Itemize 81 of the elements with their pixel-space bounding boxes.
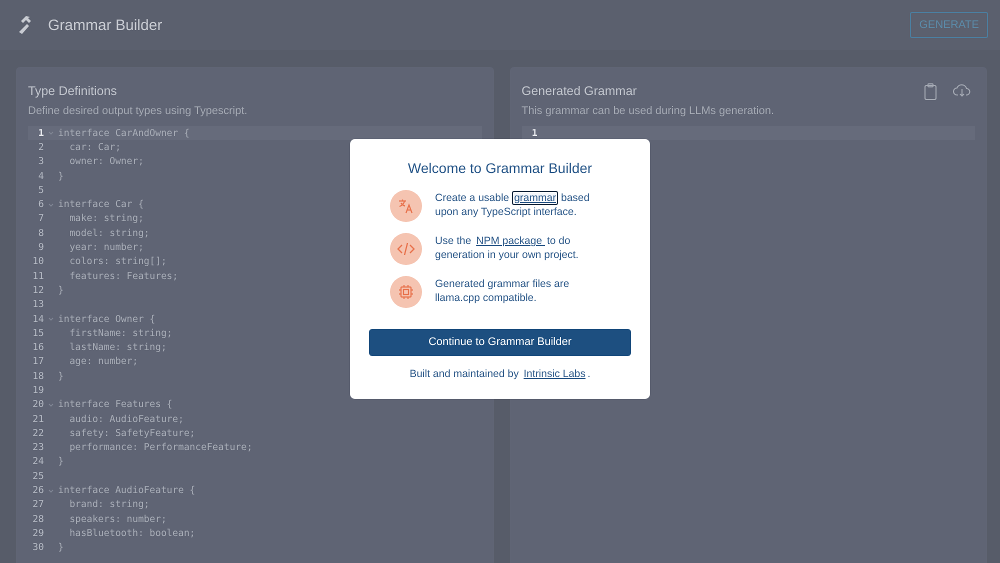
code-text: features: Features;: [68, 270, 178, 282]
code-text: }: [58, 456, 64, 468]
code-text: interface Owner {: [58, 314, 156, 324]
fold-chevron-icon[interactable]: [48, 131, 54, 136]
panel-subtitle: Define desired output types using Typescript.: [28, 105, 248, 117]
translate-icon: [398, 198, 414, 214]
line-number: 1: [37, 128, 44, 139]
line-number: 4: [37, 170, 44, 182]
code-text: interface Car {: [58, 199, 144, 210]
line-number: 3: [37, 156, 44, 168]
fold-chevron-icon[interactable]: [48, 488, 54, 493]
dialog-title: Welcome to Grammar Builder: [406, 160, 594, 176]
fold-chevron-icon[interactable]: [48, 202, 54, 207]
line-number: 7: [37, 213, 44, 224]
panel-title: Generated Grammar: [522, 84, 638, 98]
feature-link[interactable]: grammar: [512, 191, 558, 205]
line-number: 21: [32, 414, 44, 425]
feature-text: Use the NPM package to do generation in your own project.: [435, 235, 580, 262]
line-number: 13: [32, 299, 44, 310]
line-number: 16: [32, 342, 44, 354]
code-icon: [397, 242, 415, 256]
app-title: Grammar Builder: [48, 16, 162, 34]
line-number: 5: [37, 184, 44, 196]
code-text: safety: SafetyFeature;: [68, 428, 196, 439]
line-number: 20: [32, 399, 44, 410]
chip-icon: [398, 284, 414, 300]
line-number: 23: [32, 442, 44, 454]
code-text: model: string;: [68, 228, 150, 239]
continue-button[interactable]: Continue to Grammar Builder: [369, 328, 631, 356]
code-text: interface CarAndOwner {: [58, 128, 190, 139]
code-text: hasBluetooth: boolean;: [68, 528, 196, 539]
line-number: 19: [32, 384, 44, 396]
line-number: 28: [32, 514, 44, 525]
footer-text: Built and maintained by Intrinsic Labs .: [408, 368, 592, 380]
line-number: 29: [32, 528, 44, 539]
code-text: performance: PerformanceFeature;: [68, 442, 252, 454]
code-text: colors: string[];: [68, 256, 167, 268]
line-number: 6: [37, 199, 44, 210]
line-number: 22: [32, 428, 44, 439]
feature-text: Generated grammar files are llama.cpp compatible.: [435, 278, 570, 305]
cloud-download-icon[interactable]: [953, 83, 971, 97]
code-text: }: [58, 170, 64, 182]
line-number: 11: [32, 270, 44, 282]
line-number: 17: [32, 356, 44, 368]
code-text: speakers: number;: [68, 514, 167, 525]
code-text: owner: Owner;: [68, 156, 144, 168]
code-text: brand: string;: [68, 499, 150, 510]
line-number: 25: [32, 470, 44, 482]
line-number: 10: [32, 256, 44, 268]
line-number: 15: [32, 328, 44, 339]
code-text: interface Features {: [58, 399, 172, 410]
line-number: 8: [37, 228, 44, 239]
intrinsic-labs-link[interactable]: Intrinsic Labs: [522, 366, 588, 380]
code-text: year: number;: [68, 242, 144, 254]
line-number: 12: [32, 284, 44, 296]
line-number: 24: [32, 456, 44, 468]
line-number: 14: [32, 314, 44, 324]
clipboard-icon[interactable]: [924, 83, 937, 100]
line-number: 2: [37, 142, 44, 153]
panel-title: Type Definitions: [28, 84, 118, 98]
fold-chevron-icon[interactable]: [48, 402, 54, 407]
code-text: }: [58, 370, 64, 382]
line-number: 30: [32, 542, 44, 554]
feature-text: Create a usable grammar based upon any TypeScript interface.: [435, 192, 591, 219]
code-text: audio: AudioFeature;: [68, 414, 184, 425]
code-text: age: number;: [68, 356, 138, 368]
code-text: lastName: string;: [68, 342, 167, 354]
line-number: 9: [37, 242, 44, 254]
code-text: make: string;: [68, 213, 144, 224]
code-text: }: [58, 284, 64, 296]
line-number: 18: [32, 370, 44, 382]
code-text: }: [58, 542, 64, 554]
fold-chevron-icon[interactable]: [48, 317, 54, 321]
line-number: 27: [32, 499, 44, 510]
panel-subtitle: This grammar can be used during LLMs generation.: [522, 105, 774, 117]
line-number: 1: [530, 128, 538, 139]
code-text: interface AudioFeature {: [58, 485, 196, 496]
line-number: 26: [32, 485, 44, 496]
code-text: car: Car;: [68, 142, 121, 153]
feature-link[interactable]: NPM package: [474, 234, 547, 248]
code-text: firstName: string;: [68, 328, 172, 339]
